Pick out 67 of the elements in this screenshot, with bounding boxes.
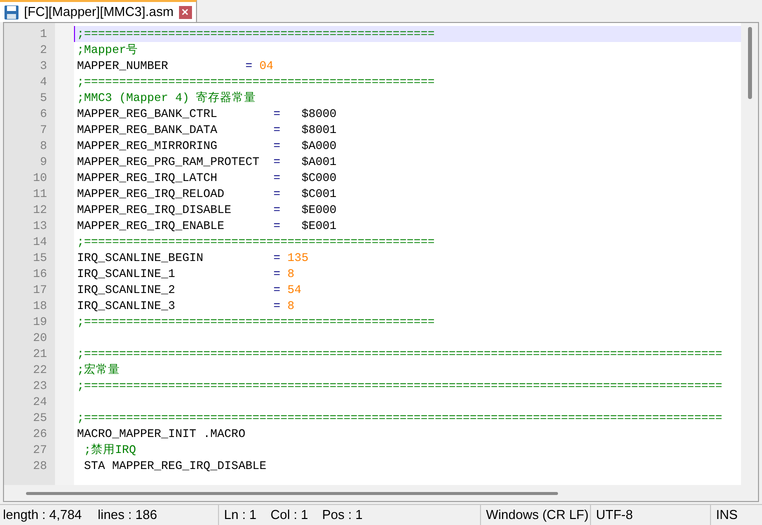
code-text: ;宏常量 xyxy=(77,362,120,378)
line-number: 27 xyxy=(32,442,48,458)
encoding-status: UTF-8 xyxy=(590,505,710,525)
code-text: MAPPER_REG_IRQ_LATCH = $C000 xyxy=(77,170,337,186)
line-number: 7 xyxy=(38,122,48,138)
code-text: ;Mapper号 xyxy=(77,42,138,58)
eol-status: Windows (CR LF) xyxy=(480,505,590,525)
position-status: Pos : 1 xyxy=(322,506,363,524)
code-text: ;================================================== xyxy=(77,234,435,250)
code-text: MACRO_MAPPER_INIT .MACRO xyxy=(77,426,246,442)
line-number: 28 xyxy=(32,458,48,474)
code-text: ;=========================================================================================== xyxy=(77,410,722,426)
line-number: 22 xyxy=(32,362,48,378)
column-status: Col : 1 xyxy=(270,506,308,524)
line-number: 8 xyxy=(38,138,48,154)
insert-mode-status: INS xyxy=(710,505,738,525)
line-number: 10 xyxy=(32,170,48,186)
code-text: ;================================================== xyxy=(77,26,435,42)
line-number: 19 xyxy=(32,314,48,330)
code-text: IRQ_SCANLINE_3 = 8 xyxy=(77,298,294,314)
close-tab-button[interactable]: × xyxy=(178,6,192,18)
line-number: 23 xyxy=(32,378,48,394)
code-text: MAPPER_NUMBER = 04 xyxy=(77,58,274,74)
line-number: 16 xyxy=(32,266,48,282)
code-text: MAPPER_REG_BANK_CTRL = $8000 xyxy=(77,106,337,122)
code-text: ;=========================================================================================== xyxy=(77,378,722,394)
code-text: MAPPER_REG_IRQ_RELOAD = $C001 xyxy=(77,186,337,202)
line-number: 18 xyxy=(32,298,48,314)
line-number: 13 xyxy=(32,218,48,234)
code-text: ;================================================== xyxy=(77,314,435,330)
code-text: ;================================================== xyxy=(77,74,435,90)
code-text: MAPPER_REG_PRG_RAM_PROTECT = $A001 xyxy=(77,154,337,170)
code-text: ;禁用IRQ xyxy=(83,442,136,458)
lines-status: lines : 186 xyxy=(98,506,158,524)
line-number: 9 xyxy=(38,154,48,170)
line-number: 21 xyxy=(32,346,48,362)
line-number: 26 xyxy=(32,426,48,442)
line-number: 17 xyxy=(32,282,48,298)
line-number: 5 xyxy=(38,90,48,106)
file-tab[interactable]: [FC][Mapper][MMC3].asm × xyxy=(0,0,197,22)
line-number: 12 xyxy=(32,202,48,218)
code-text: STA MAPPER_REG_IRQ_DISABLE xyxy=(83,458,266,474)
code-text: IRQ_SCANLINE_BEGIN = 135 xyxy=(77,250,308,266)
horizontal-scrollbar[interactable] xyxy=(4,485,758,501)
code-text: MAPPER_REG_IRQ_DISABLE = $E000 xyxy=(77,202,337,218)
code-text: IRQ_SCANLINE_1 = 8 xyxy=(77,266,294,282)
tab-title: [FC][Mapper][MMC3].asm xyxy=(24,3,174,22)
code-text: ;MMC3 (Mapper 4) 寄存器常量 xyxy=(77,90,256,106)
code-text: MAPPER_REG_MIRRORING = $A000 xyxy=(77,138,337,154)
line-number: 6 xyxy=(38,106,48,122)
line-number: 11 xyxy=(32,186,48,202)
line-status: Ln : 1 xyxy=(224,506,257,524)
code-text: IRQ_SCANLINE_2 = 54 xyxy=(77,282,302,298)
code-text: MAPPER_REG_IRQ_ENABLE = $E001 xyxy=(77,218,337,234)
line-number: 24 xyxy=(32,394,48,410)
code-text: MAPPER_REG_BANK_DATA = $8001 xyxy=(77,122,337,138)
line-number: 2 xyxy=(38,42,48,58)
line-number: 14 xyxy=(32,234,48,250)
code-text: ;=========================================================================================== xyxy=(77,346,722,362)
line-number: 25 xyxy=(32,410,48,426)
line-number: 20 xyxy=(32,330,48,346)
line-number: 1 xyxy=(38,26,48,42)
line-number: 4 xyxy=(38,74,48,90)
length-status: length : 4,784 xyxy=(3,506,82,524)
line-number: 3 xyxy=(38,58,48,74)
vertical-scrollbar[interactable] xyxy=(741,23,758,485)
line-number: 15 xyxy=(32,250,48,266)
